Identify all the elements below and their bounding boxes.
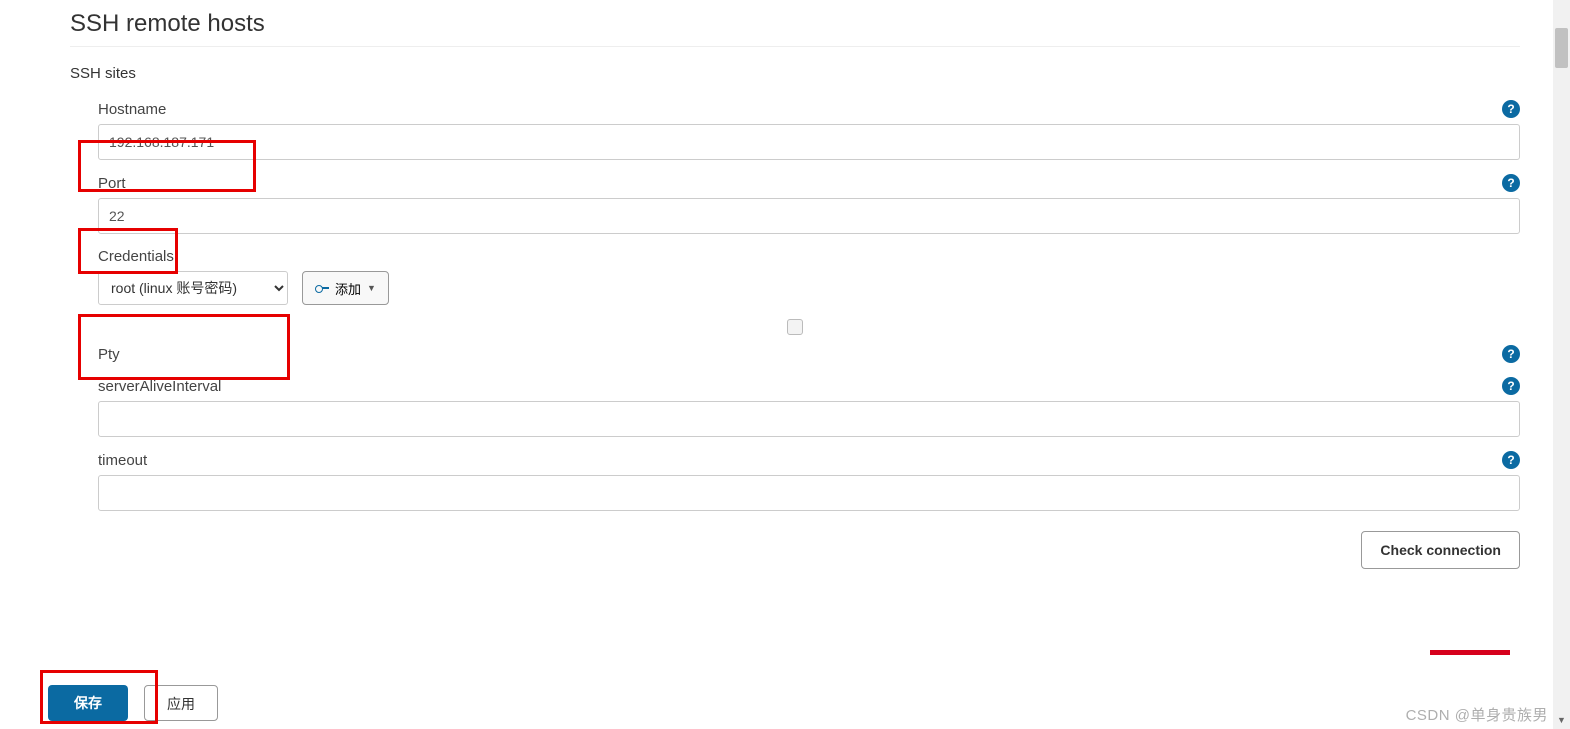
field-port: Port ? — [98, 174, 1520, 234]
footer-bar: 保存 应用 — [40, 677, 226, 729]
credentials-label: Credentials — [98, 248, 174, 265]
help-icon[interactable]: ? — [1502, 451, 1520, 469]
section-subtitle: SSH sites — [70, 65, 1520, 82]
pty-label: Pty — [98, 346, 120, 363]
add-credential-button[interactable]: 添加 ▼ — [302, 271, 389, 305]
hostname-label: Hostname — [98, 101, 166, 118]
serveraliveinterval-input[interactable] — [98, 401, 1520, 437]
help-icon[interactable]: ? — [1502, 377, 1520, 395]
port-label: Port — [98, 175, 126, 192]
key-icon — [315, 284, 329, 292]
hostname-input[interactable] — [98, 124, 1520, 160]
field-credentials: Credentials root (linux 账号密码) 添加 ▼ — [98, 248, 1520, 305]
field-pty: Pty ? — [98, 345, 1520, 363]
timeout-label: timeout — [98, 452, 147, 469]
section-title: SSH remote hosts — [70, 10, 1520, 38]
scroll-down-icon[interactable]: ▼ — [1555, 715, 1568, 729]
divider — [70, 46, 1520, 47]
field-timeout: timeout ? — [98, 451, 1520, 511]
field-hostname: Hostname ? — [98, 100, 1520, 160]
annotation-underline — [1430, 650, 1510, 655]
add-credential-label: 添加 — [335, 279, 361, 298]
field-serveraliveinterval: serverAliveInterval ? — [98, 377, 1520, 437]
help-icon[interactable]: ? — [1502, 174, 1520, 192]
serveraliveinterval-label: serverAliveInterval — [98, 378, 221, 395]
apply-button[interactable]: 应用 — [144, 685, 218, 721]
port-input[interactable] — [98, 198, 1520, 234]
save-button[interactable]: 保存 — [48, 685, 128, 721]
check-connection-button[interactable]: Check connection — [1361, 531, 1520, 569]
timeout-input[interactable] — [98, 475, 1520, 511]
chevron-down-icon: ▼ — [367, 283, 376, 293]
scrollbar-thumb[interactable] — [1555, 28, 1568, 68]
help-icon[interactable]: ? — [1502, 100, 1520, 118]
drag-handle[interactable] — [787, 319, 803, 335]
help-icon[interactable]: ? — [1502, 345, 1520, 363]
watermark: CSDN @单身贵族男 — [1406, 704, 1548, 725]
vertical-scrollbar[interactable]: ▼ — [1553, 0, 1570, 729]
credentials-select[interactable]: root (linux 账号密码) — [98, 271, 288, 305]
